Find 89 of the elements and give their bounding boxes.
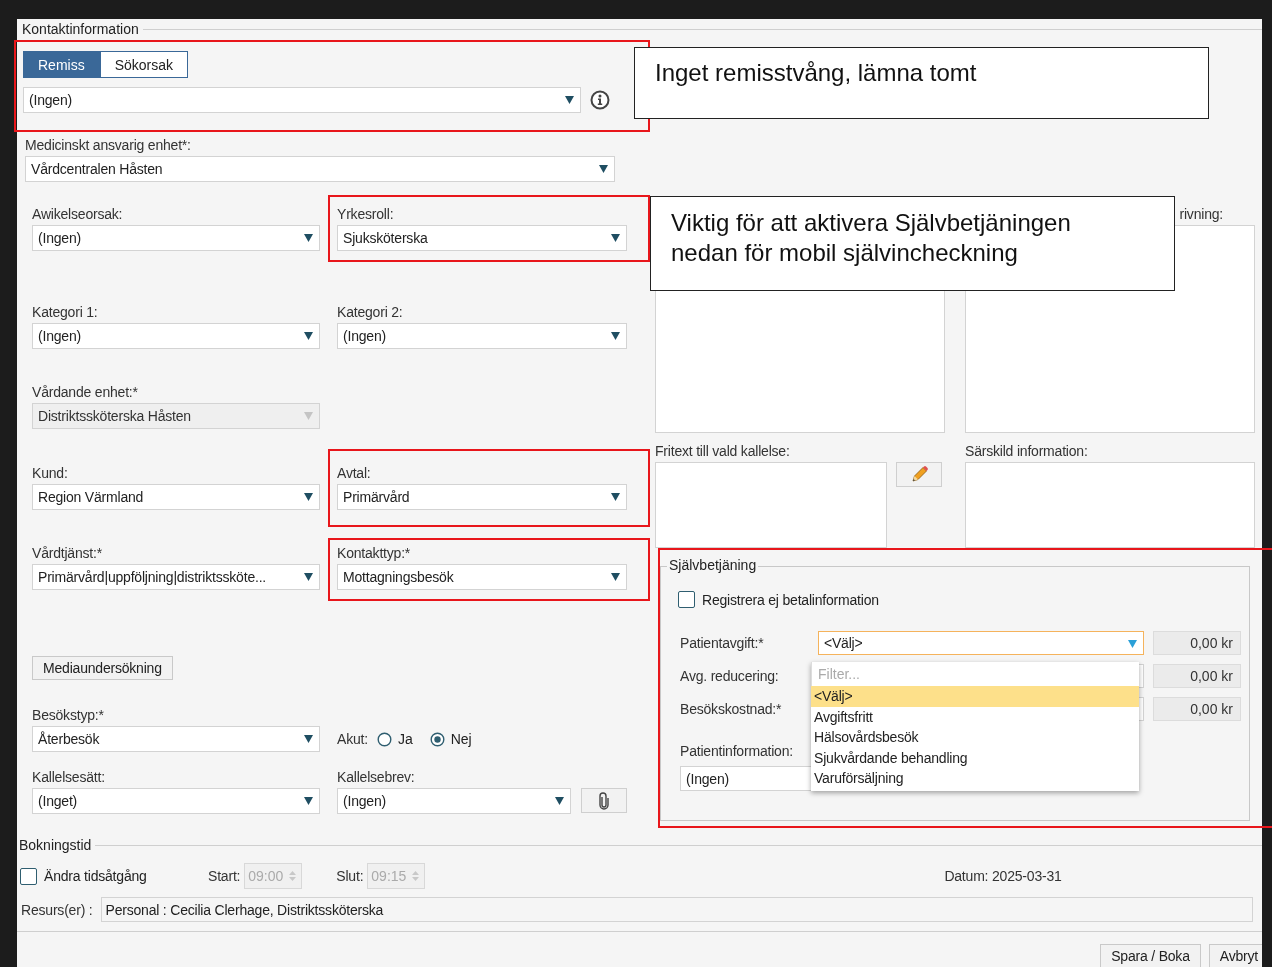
save-button[interactable]: Spara / Boka (1100, 944, 1201, 967)
caret-icon (599, 165, 608, 173)
caret-icon (555, 797, 564, 805)
attach-button[interactable] (581, 788, 627, 813)
annotation-tooltip: Viktig för att aktivera Självbetjäningen nedan för mobil självincheckning (650, 196, 1175, 291)
field-label: Patientinformation: (680, 743, 793, 759)
caret-icon (1128, 640, 1137, 648)
tab[interactable]: Remiss (23, 51, 100, 78)
dropdown-field[interactable]: (Ingen) (32, 323, 320, 349)
dropdown-field[interactable]: (Ingen) (23, 87, 581, 113)
dropdown-field[interactable]: Region Värmland (32, 484, 320, 510)
checkbox[interactable] (678, 591, 695, 608)
caret-icon (304, 493, 313, 501)
field-label: rivning: (1179, 206, 1224, 224)
paperclip-icon (599, 791, 609, 810)
caret-icon (304, 412, 313, 420)
dropdown-field[interactable]: Sjuksköterska (337, 225, 627, 251)
field-label: Start: (208, 868, 241, 884)
panel-title: Självbetjäning (667, 557, 759, 573)
field-label: Awikelseorsak: (32, 206, 124, 222)
dropdown-field[interactable]: (Ingen) (32, 225, 320, 251)
field-label: Slut: (336, 868, 364, 884)
dropdown-option[interactable]: <Välj> (811, 686, 1139, 707)
field-label: Avtal: (337, 465, 372, 481)
media-button[interactable]: Mediaundersökning (32, 656, 173, 680)
tab[interactable]: Sökorsak (99, 51, 189, 78)
field-label: Besökstyp:* (32, 707, 105, 723)
amount-field: 0,00 kr (1153, 664, 1241, 688)
dropdown-field[interactable]: Mottagningsbesök (337, 564, 627, 590)
radio-label: Ja (397, 731, 413, 747)
dropdown-field[interactable]: Vårdcentralen Håsten (25, 156, 615, 182)
caret-icon (304, 234, 313, 242)
dropdown-field[interactable]: (Inget) (32, 788, 320, 814)
field-label: Patientavgift:* (680, 635, 765, 651)
caret-icon (565, 96, 574, 104)
annotation-tooltip: Inget remisstvång, lämna tomt (634, 47, 1209, 119)
amount-field: 0,00 kr (1153, 697, 1241, 721)
checkbox-label: Registrera ej betalinformation (702, 591, 879, 608)
dropdown-field[interactable]: Återbesök (32, 726, 320, 752)
field-label: Vårdtjänst:* (32, 545, 103, 561)
filter-field[interactable]: Filter... (811, 662, 1139, 686)
radio-label: Nej (450, 731, 472, 747)
caret-icon (304, 735, 313, 743)
field-label: Fritext till vald kallelse: (655, 443, 791, 461)
field-label: Särskild information: (965, 443, 1089, 461)
field-label: Kontakttyp:* (337, 545, 412, 561)
dropdown-field[interactable]: (Ingen) (337, 788, 571, 814)
caret-icon (611, 493, 620, 501)
date-text: Datum: 2025-03-31 (944, 868, 1062, 884)
field-label: Kund: (32, 465, 69, 481)
info-icon[interactable] (590, 90, 610, 110)
field-label: Besökskostnad:* (680, 701, 783, 717)
caret-icon (611, 573, 620, 581)
cancel-button[interactable]: Avbryt (1208, 944, 1262, 967)
radio-button[interactable] (376, 731, 392, 747)
field-label: Kategori 1: (32, 304, 99, 320)
caret-icon (611, 332, 620, 340)
field-label: Yrkesroll: (337, 206, 395, 222)
dropdown-option[interactable]: Sjukvårdande behandling (811, 747, 1139, 768)
radio-button[interactable] (429, 731, 445, 747)
dropdown-option[interactable]: Varuförsäljning (811, 768, 1139, 789)
section-title: Kontaktinformation (22, 21, 139, 37)
dropdown-field[interactable]: <Välj> (818, 631, 1144, 655)
field-label: Medicinskt ansvarig enhet*: (25, 137, 192, 153)
caret-icon (304, 332, 313, 340)
dropdown-field[interactable]: (Ingen) (337, 323, 627, 349)
field-label: Kallelsebrev: (337, 769, 416, 785)
spinner-icon (412, 870, 420, 882)
edit-button[interactable] (896, 462, 942, 487)
caret-icon (304, 797, 313, 805)
caret-icon (304, 573, 313, 581)
field-label: Kategori 2: (337, 304, 404, 320)
spinner-icon (289, 870, 297, 882)
field-label: Avg. reducering: (680, 668, 780, 684)
field-label: Vårdande enhet:* (32, 384, 139, 400)
field-label: Akut: (337, 731, 368, 747)
field-label: Resurs(er) : (21, 901, 93, 918)
checkbox[interactable] (20, 867, 37, 885)
dropdown-field[interactable]: Primärvård|uppföljning|distriktssköte... (32, 564, 320, 590)
dropdown-option[interactable]: Hälsovårdsbesök (811, 727, 1139, 748)
dropdown-option[interactable]: Avgiftsfritt (811, 706, 1139, 727)
caret-icon (611, 234, 620, 242)
dropdown-field[interactable]: Primärvård (337, 484, 627, 510)
pencil-icon (909, 464, 929, 485)
section-title: Bokningstid (19, 837, 92, 853)
field-label: Kallelsesätt: (32, 769, 106, 785)
amount-field: 0,00 kr (1153, 631, 1241, 655)
resource-field: Personal : Cecilia Clerhage, Distriktssköterska (100, 897, 1253, 922)
checkbox-label: Ändra tidsåtgång (44, 868, 147, 884)
